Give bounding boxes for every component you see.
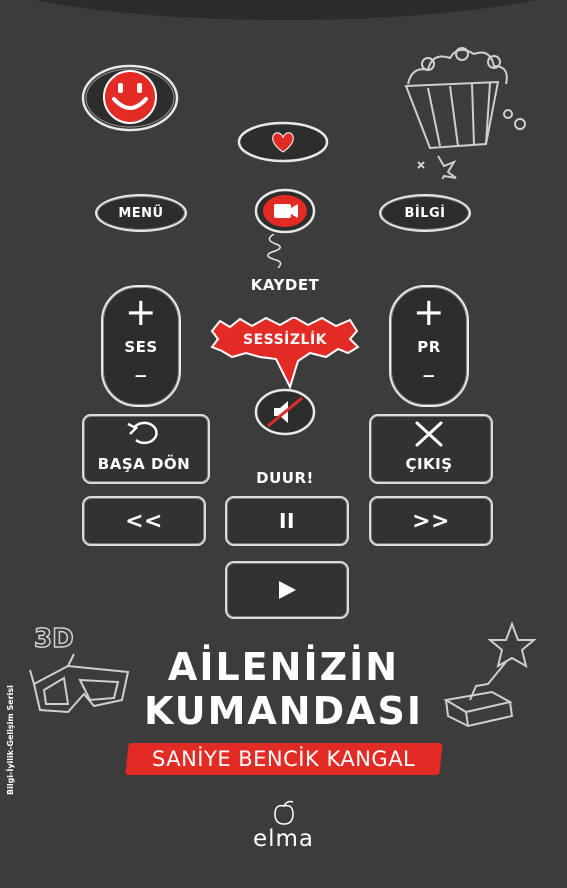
play-icon — [279, 581, 296, 599]
series-label: Bilgi-İyilik-Gelişim Serisi — [6, 685, 15, 795]
volume-label: SES — [124, 338, 158, 356]
apple-logo-icon — [274, 800, 294, 825]
popcorn-icon — [404, 47, 526, 179]
camera-icon — [254, 188, 316, 234]
restart-label: BAŞA DÖN — [97, 455, 191, 473]
pause-button[interactable]: II — [225, 496, 349, 546]
heart-button[interactable] — [237, 121, 329, 163]
stop-label: DUUR! — [256, 469, 314, 487]
info-button[interactable]: BİLGİ — [379, 194, 471, 232]
record-label: KAYDET — [250, 276, 320, 294]
volume-up-button[interactable]: + — [101, 290, 181, 334]
play-button[interactable] — [225, 561, 349, 619]
volume-down-button[interactable]: – — [101, 360, 181, 390]
book-title-line1: AİLENİZİN — [167, 645, 400, 689]
mute-icon — [254, 388, 316, 436]
heart-icon — [237, 121, 329, 163]
pause-label: II — [279, 509, 295, 533]
channel-up-button[interactable]: + — [389, 290, 469, 334]
channel-down-button[interactable]: – — [389, 360, 469, 390]
exit-label: ÇIKIŞ — [405, 455, 453, 473]
author-name: SANİYE BENCİK KANGAL — [152, 747, 416, 771]
close-x-icon — [415, 421, 443, 447]
record-button[interactable] — [254, 188, 316, 234]
book-title-line2: KUMANDASI — [143, 689, 424, 733]
spring-doodle — [267, 234, 282, 268]
mute-label: SESSİZLİK — [242, 332, 328, 348]
smiley-button[interactable] — [80, 63, 180, 133]
author-banner: SANİYE BENCİK KANGAL — [125, 743, 443, 775]
smiley-icon — [81, 64, 179, 132]
rewind-label: << — [125, 508, 163, 534]
restart-arrow-icon — [127, 421, 158, 445]
forward-button[interactable]: >> — [369, 496, 493, 546]
publisher-name: elma — [252, 826, 315, 852]
channel-label: PR — [417, 338, 441, 356]
rewind-button[interactable]: << — [82, 496, 206, 546]
forward-label: >> — [412, 508, 450, 534]
info-label: BİLGİ — [404, 205, 446, 221]
mute-button[interactable] — [254, 388, 316, 436]
mute-speech-bubble — [210, 317, 360, 389]
top-band — [0, 0, 567, 20]
menu-label: MENÜ — [118, 205, 164, 221]
menu-button[interactable]: MENÜ — [95, 194, 187, 232]
book-cover: MENÜ BİLGİ KAYDET + SES – SESSİZLİK + PR… — [0, 0, 567, 888]
